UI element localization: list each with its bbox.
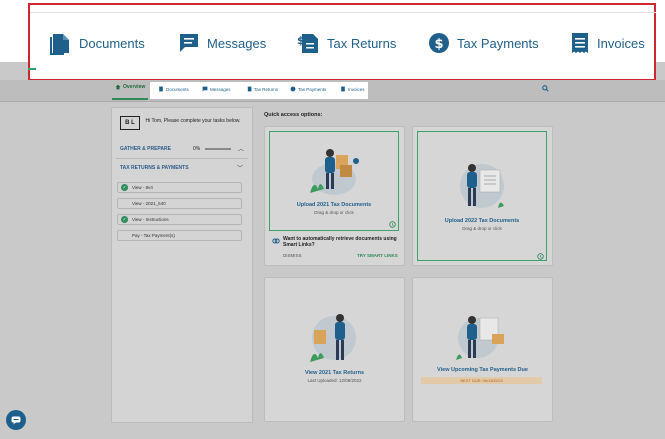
firm-logo: B L [120, 116, 140, 130]
nav-tax-payments-large[interactable]: $ Tax Payments [428, 28, 539, 58]
link-icon [272, 238, 280, 244]
nav-tax-payments-label: Tax Payments [298, 86, 327, 92]
tax-payments-icon: $ [429, 33, 449, 53]
empty-status-icon [121, 200, 128, 207]
chevron-down-icon[interactable]: ﹀ [237, 163, 243, 172]
upload-illustration [460, 164, 504, 208]
history-icon[interactable] [537, 253, 544, 260]
task-label: View - 2021_540 [132, 201, 166, 206]
tax-returns-icon [247, 86, 252, 92]
payments-illustration [456, 316, 504, 360]
quick-access-label: Quick access options: [264, 112, 323, 118]
documents-icon [50, 34, 69, 55]
search-icon[interactable] [542, 85, 549, 92]
tab-overview-underline [112, 98, 148, 100]
nav-tax-returns[interactable]: Tax Returns [246, 86, 278, 92]
tax-payments-icon [290, 86, 296, 92]
chevron-up-icon[interactable]: ︿ [238, 144, 244, 153]
nav-invoices-label: Invoices [348, 86, 365, 92]
nav-tax-payments[interactable]: Tax Payments [290, 86, 326, 92]
nav-messages-label: Messages [210, 86, 231, 92]
check-icon: ✓ [121, 216, 128, 223]
nav-invoices-large[interactable]: Invoices [570, 28, 645, 58]
upload-2022-sub: Drag & drop or click [462, 226, 502, 231]
upload-2021-sub: Drag & drop or click [314, 210, 354, 215]
nav-tax-payments-label: Tax Payments [457, 35, 539, 51]
try-smart-links-button[interactable]: TRY SMART LINKS [357, 253, 398, 258]
task-panel [111, 107, 253, 423]
gather-percent: 0% [193, 146, 201, 152]
nav-invoices-label: Invoices [597, 35, 645, 51]
messages-icon [180, 34, 198, 52]
task-item[interactable]: View - 2021_540 [117, 198, 242, 209]
nav-tax-returns-label: Tax Returns [254, 86, 279, 92]
chat-icon [11, 416, 21, 424]
invoices-icon [341, 86, 345, 92]
empty-status-icon [121, 232, 128, 239]
nav-documents-label: Documents [79, 35, 145, 51]
nav-messages-label: Messages [207, 35, 267, 51]
gather-prepare-heading[interactable]: GATHER & PREPARE [120, 146, 171, 152]
tab-overview-label: Overview [123, 84, 146, 90]
returns-illustration [310, 314, 356, 362]
dismiss-button[interactable]: DISMISS [283, 253, 302, 258]
smart-links-prompt: Want to automatically retrieve documents… [283, 236, 397, 248]
tax-returns-icon: $ [297, 34, 318, 53]
task-item[interactable]: Pay - Tax Payment(s) [117, 230, 242, 241]
nav-documents-large[interactable]: Documents [50, 28, 145, 58]
history-icon[interactable] [389, 221, 396, 228]
check-icon: ✓ [121, 184, 128, 191]
messages-icon [202, 86, 208, 92]
last-uploaded-text: Last Uploaded: 12/08/2022 [307, 378, 362, 383]
task-label: View - Instructions [132, 217, 169, 222]
view-2021-returns-title: View 2021 Tax Returns [304, 370, 365, 376]
svg-text:$: $ [297, 34, 305, 47]
nav-messages-large[interactable]: Messages [178, 28, 266, 58]
upload-2021-title: Upload 2021 Tax Documents [296, 202, 372, 208]
tax-returns-payments-heading[interactable]: TAX RETURNS & PAYMENTS [120, 165, 189, 171]
task-label: Pay - Tax Payment(s) [132, 233, 175, 238]
nav-messages[interactable]: Messages [202, 86, 231, 92]
chat-button[interactable] [6, 410, 26, 430]
svg-text:$: $ [435, 37, 444, 52]
greeting-text: Hi Tom, Please complete your tasks below… [145, 118, 241, 124]
nav-documents-label: Documents [166, 86, 189, 92]
next-due-badge: NEXT DUE: 06/15/2023 [421, 377, 542, 384]
active-indicator [28, 68, 36, 70]
section-divider [116, 158, 248, 159]
nav-tax-returns-large[interactable]: $ Tax Returns [296, 28, 396, 58]
documents-icon [159, 86, 163, 92]
upload-illustration [310, 149, 359, 195]
task-item[interactable]: ✓ View - Instructions [117, 214, 242, 225]
nav-invoices[interactable]: Invoices [340, 86, 365, 92]
upcoming-payments-title: View Upcoming Tax Payments Due [437, 367, 528, 373]
upload-2022-title: Upload 2022 Tax Documents [444, 218, 520, 224]
gather-progress-bar [205, 148, 231, 150]
invoices-icon [572, 33, 588, 53]
task-item[interactable]: ✓ View - 8v4 [117, 182, 242, 193]
task-label: View - 8v4 [132, 185, 153, 190]
home-icon [115, 84, 121, 90]
nav-tax-returns-label: Tax Returns [327, 35, 397, 51]
nav-documents[interactable]: Documents [158, 86, 189, 92]
tab-overview[interactable]: Overview [115, 84, 145, 90]
